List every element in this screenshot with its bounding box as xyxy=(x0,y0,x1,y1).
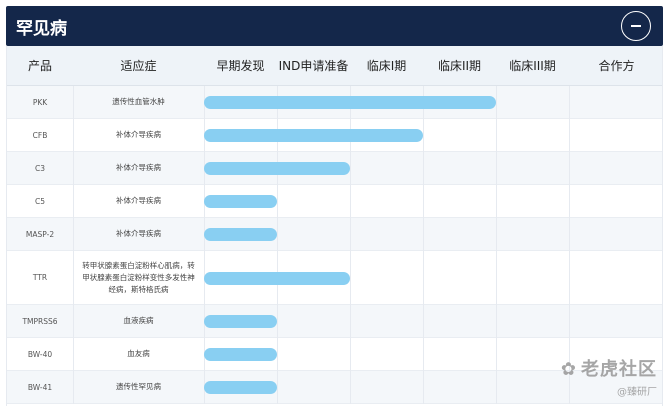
column-header-phase2: 临床II期 xyxy=(437,59,482,73)
table-row: CFB 补体介导疾病 xyxy=(7,119,662,152)
column-divider xyxy=(569,305,570,338)
pipeline-table: 产品 适应症 早期发现 IND申请准备 临床I期 临床II期 临床III期 合作… xyxy=(6,46,663,406)
progress-bar xyxy=(204,381,277,394)
column-divider xyxy=(423,251,424,305)
column-divider xyxy=(496,218,497,251)
column-divider xyxy=(423,371,424,404)
column-divider xyxy=(569,185,570,218)
column-divider xyxy=(423,338,424,371)
column-divider xyxy=(350,251,351,305)
column-header-ind: IND申请准备 xyxy=(278,59,349,73)
watermark-sub: @臻研厂 xyxy=(617,387,657,398)
product-name: TTR xyxy=(32,273,48,282)
column-divider xyxy=(569,119,570,152)
column-divider xyxy=(569,86,570,119)
product-name: CFB xyxy=(32,130,48,140)
column-divider xyxy=(277,338,278,371)
indication: 补体介导疾病 xyxy=(116,196,161,205)
indication: 补体介导疾病 xyxy=(116,229,161,238)
column-divider xyxy=(423,185,424,218)
column-divider xyxy=(350,185,351,218)
progress-bar xyxy=(204,348,277,361)
column-header-partner: 合作方 xyxy=(598,59,635,73)
column-divider xyxy=(277,218,278,251)
progress-bar xyxy=(204,129,423,142)
table-row: PKK 遗传性血管水肿 xyxy=(7,86,662,119)
watermark: ✿ 老虎社区 @臻研厂 xyxy=(561,355,657,398)
section-header: 罕见病 xyxy=(6,6,663,46)
column-header-product: 产品 xyxy=(27,59,52,73)
product-name: BW-40 xyxy=(27,349,53,359)
progress-bar xyxy=(204,271,350,285)
column-header-phase1: 临床I期 xyxy=(366,59,407,73)
product-name: C3 xyxy=(34,163,45,173)
minus-circle-icon[interactable] xyxy=(621,11,651,41)
progress-bar xyxy=(204,195,277,208)
section-title: 罕见病 xyxy=(16,18,67,39)
column-divider xyxy=(423,152,424,185)
column-divider xyxy=(423,218,424,251)
column-divider xyxy=(496,371,497,404)
indication: 转甲状腺素蛋白淀粉样心肌病，转甲状腺素蛋白淀粉样变性多发性神经病，斯特格氏病 xyxy=(82,260,195,294)
progress-bar xyxy=(204,96,496,109)
product-name: PKK xyxy=(32,97,48,107)
indication: 血友病 xyxy=(127,349,150,358)
column-header-indication: 适应症 xyxy=(120,59,157,73)
product-name: TMPRSS6 xyxy=(22,316,58,326)
table-row: TTR 转甲状腺素蛋白淀粉样心肌病，转甲状腺素蛋白淀粉样变性多发性神经病，斯特格氏… xyxy=(7,251,662,305)
column-divider xyxy=(496,338,497,371)
indication: 遗传性罕见病 xyxy=(116,382,161,391)
column-divider xyxy=(277,371,278,404)
column-divider xyxy=(423,305,424,338)
product-name: C5 xyxy=(34,196,45,206)
table-header: 产品 适应症 早期发现 IND申请准备 临床I期 临床II期 临床III期 合作… xyxy=(7,46,662,86)
column-divider xyxy=(496,152,497,185)
column-divider xyxy=(496,86,497,119)
column-divider xyxy=(496,119,497,152)
tiger-logo-icon: ✿ xyxy=(560,359,577,380)
column-divider xyxy=(423,119,424,152)
column-divider xyxy=(277,185,278,218)
product-name: MASP-2 xyxy=(25,229,55,239)
column-divider xyxy=(350,305,351,338)
table-row: MASP-2 补体介导疾病 xyxy=(7,218,662,251)
progress-bar xyxy=(204,228,277,241)
table-row: C3 补体介导疾病 xyxy=(7,152,662,185)
progress-bar xyxy=(204,162,350,175)
indication: 遗传性血管水肿 xyxy=(112,97,165,106)
column-divider xyxy=(496,305,497,338)
indication: 血液疾病 xyxy=(123,316,154,325)
column-header-phase3: 临床III期 xyxy=(509,59,556,73)
table-row: C5 补体介导疾病 xyxy=(7,185,662,218)
watermark-main: 老虎社区 xyxy=(581,359,657,380)
column-divider xyxy=(569,152,570,185)
column-divider xyxy=(350,371,351,404)
column-divider xyxy=(569,218,570,251)
column-divider xyxy=(277,305,278,338)
column-divider xyxy=(350,338,351,371)
column-divider xyxy=(350,218,351,251)
product-name: BW-41 xyxy=(27,382,53,392)
column-header-discovery: 早期发现 xyxy=(216,59,265,73)
progress-bar xyxy=(204,315,277,328)
indication: 补体介导疾病 xyxy=(116,130,161,139)
column-divider xyxy=(350,152,351,185)
column-divider xyxy=(496,185,497,218)
indication: 补体介导疾病 xyxy=(116,163,161,172)
column-divider xyxy=(569,251,570,305)
table-row: TMPRSS6 血液疾病 xyxy=(7,305,662,338)
column-divider xyxy=(496,251,497,305)
